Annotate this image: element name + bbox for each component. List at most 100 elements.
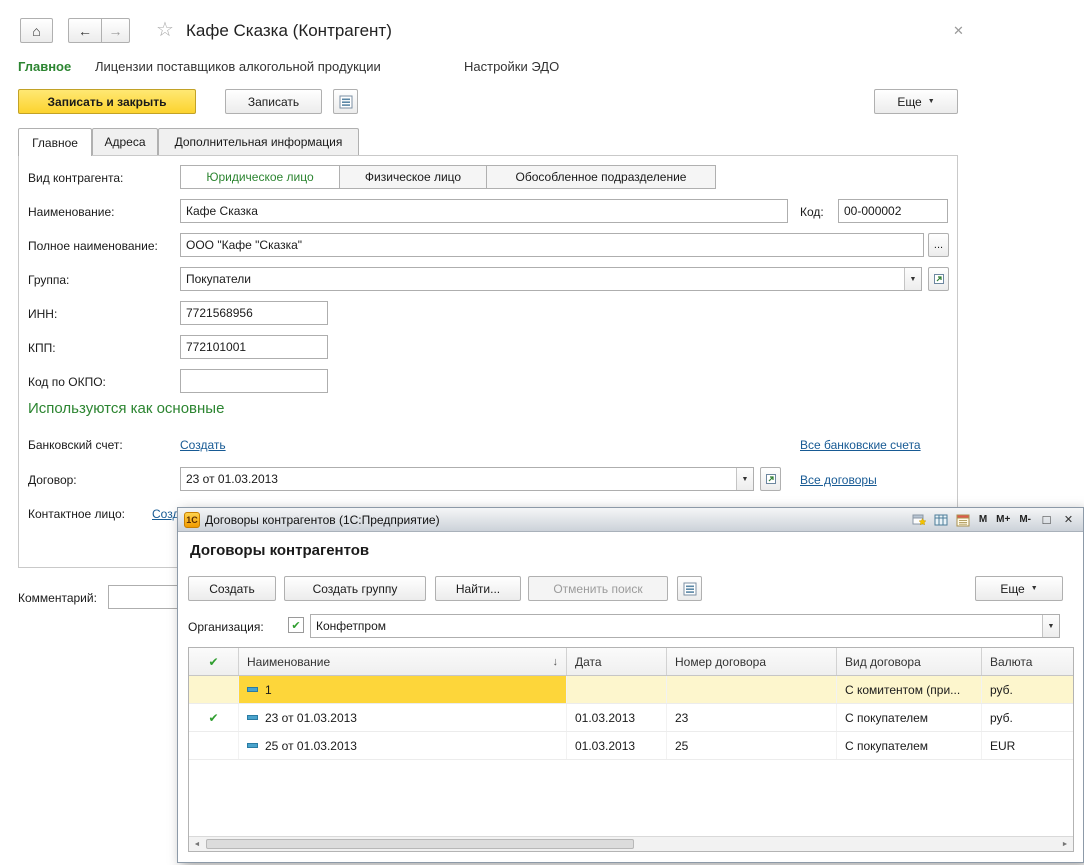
- save-close-button[interactable]: Записать и закрыть: [18, 89, 196, 114]
- find-button[interactable]: Найти...: [435, 576, 521, 601]
- forward-icon: →: [108, 22, 123, 39]
- dialog-titlebar[interactable]: 1С Договоры контрагентов (1С:Предприятие…: [178, 508, 1083, 532]
- contract-value[interactable]: 23 от 01.03.2013: [181, 468, 736, 490]
- dialog-close-icon[interactable]: ✕: [1060, 511, 1077, 528]
- group-dropdown-icon[interactable]: ▼: [904, 268, 921, 290]
- memory-button[interactable]: M: [977, 514, 989, 525]
- column-name-label: Наименование: [247, 654, 331, 669]
- maximize-icon[interactable]: □: [1038, 511, 1055, 528]
- contracts-dialog: 1С Договоры контрагентов (1С:Предприятие…: [177, 507, 1084, 863]
- dialog-report-list-button[interactable]: [677, 576, 702, 601]
- chevron-down-icon: ▼: [1030, 585, 1038, 592]
- tab-addresses[interactable]: Адреса: [92, 128, 158, 155]
- memory-plus-button[interactable]: M+: [994, 514, 1012, 525]
- save-label: Записать: [247, 94, 300, 109]
- back-icon: ←: [78, 22, 92, 39]
- back-button[interactable]: ←: [68, 18, 102, 43]
- dialog-more-button[interactable]: Еще ▼: [975, 576, 1063, 601]
- table-row[interactable]: 1 С комитентом (при... руб.: [189, 676, 1073, 704]
- cell-name[interactable]: 25 от 01.03.2013: [239, 732, 567, 759]
- full-name-ellipsis-button[interactable]: ...: [928, 233, 949, 257]
- table-row[interactable]: 25 от 01.03.2013 01.03.2013 25 С покупат…: [189, 732, 1073, 760]
- list-icon: [339, 95, 352, 108]
- column-header-date[interactable]: Дата: [567, 648, 667, 675]
- cell-currency: руб.: [990, 710, 1013, 725]
- contract-combo[interactable]: 23 от 01.03.2013 ▼: [180, 467, 754, 491]
- home-button[interactable]: ⌂: [20, 18, 53, 43]
- more-button[interactable]: Еще ▼: [874, 89, 958, 114]
- table-header-row: ✔ Наименование ↓ Дата Номер договора Вид…: [189, 648, 1073, 676]
- code-input[interactable]: [838, 199, 948, 223]
- kind-option-legal[interactable]: Юридическое лицо: [180, 165, 340, 189]
- tab-additional-info[interactable]: Дополнительная информация: [158, 128, 359, 155]
- kind-division-label: Обособленное подразделение: [515, 170, 687, 184]
- nav-main[interactable]: Главное: [18, 59, 71, 74]
- nav-edo-settings[interactable]: Настройки ЭДО: [464, 59, 559, 74]
- cell-kind: С покупателем: [837, 704, 982, 731]
- kind-option-division[interactable]: Обособленное подразделение: [486, 165, 716, 189]
- all-contracts-link[interactable]: Все договоры: [800, 473, 877, 487]
- organization-checkbox[interactable]: ✔: [288, 617, 304, 633]
- memory-minus-button[interactable]: M-: [1017, 514, 1033, 525]
- group-value[interactable]: Покупатели: [181, 268, 904, 290]
- item-mark-icon: [247, 715, 258, 720]
- table-grid-icon: [934, 514, 948, 525]
- column-header-kind[interactable]: Вид договора: [837, 648, 982, 675]
- create-button[interactable]: Создать: [188, 576, 276, 601]
- column-header-number[interactable]: Номер договора: [667, 648, 837, 675]
- save-button[interactable]: Записать: [225, 89, 322, 114]
- name-input[interactable]: [180, 199, 788, 223]
- okpo-input[interactable]: [180, 369, 328, 393]
- full-name-input[interactable]: [180, 233, 924, 257]
- cell-check: [189, 676, 239, 703]
- cell-name[interactable]: 1: [239, 676, 567, 703]
- cell-date: [567, 676, 667, 703]
- kpp-input[interactable]: [180, 335, 328, 359]
- group-open-button[interactable]: [928, 267, 949, 291]
- dialog-content: Договоры контрагентов Создать Создать гр…: [178, 532, 1083, 861]
- bank-create-link[interactable]: Создать: [180, 438, 226, 452]
- kind-legal-label: Юридическое лицо: [206, 170, 314, 184]
- group-combo[interactable]: Покупатели ▼: [180, 267, 922, 291]
- scrollbar-thumb[interactable]: [206, 839, 634, 849]
- organization-combo[interactable]: Конфетпром ▼: [310, 614, 1060, 638]
- name-label: Наименование:: [28, 205, 115, 219]
- code-label: Код:: [800, 205, 824, 219]
- favorite-star-icon[interactable]: ☆: [156, 17, 174, 42]
- contract-open-button[interactable]: [760, 467, 781, 491]
- kind-option-individual[interactable]: Физическое лицо: [339, 165, 487, 189]
- scroll-right-icon[interactable]: ►: [1057, 837, 1073, 851]
- tab-main[interactable]: Главное: [18, 128, 92, 156]
- nav-licenses[interactable]: Лицензии поставщиков алкогольной продукц…: [95, 59, 381, 74]
- column-header-check[interactable]: ✔: [189, 648, 239, 675]
- create-group-button[interactable]: Создать группу: [284, 576, 426, 601]
- horizontal-scrollbar[interactable]: ◄ ►: [189, 836, 1073, 851]
- column-header-name[interactable]: Наименование ↓: [239, 648, 567, 675]
- calendar-icon[interactable]: [955, 511, 972, 528]
- cancel-search-button[interactable]: Отменить поиск: [528, 576, 668, 601]
- favorites-window-icon[interactable]: [911, 511, 928, 528]
- cell-name[interactable]: 23 от 01.03.2013: [239, 704, 567, 731]
- contract-dropdown-icon[interactable]: ▼: [736, 468, 753, 490]
- home-icon: ⌂: [32, 22, 41, 39]
- table-row[interactable]: ✔ 23 от 01.03.2013 01.03.2013 23 С покуп…: [189, 704, 1073, 732]
- kpp-label: КПП:: [28, 341, 56, 355]
- column-header-currency[interactable]: Валюта: [982, 648, 1073, 675]
- chevron-down-icon: ▼: [927, 98, 935, 105]
- organization-value[interactable]: Конфетпром: [311, 615, 1042, 637]
- window-close-icon[interactable]: ✕: [953, 23, 964, 39]
- forward-button[interactable]: →: [101, 18, 130, 43]
- tab-main-label: Главное: [32, 135, 78, 150]
- main-usage-section-title: Используются как основные: [28, 400, 225, 417]
- kind-label: Вид контрагента:: [28, 171, 124, 185]
- organization-dropdown-icon[interactable]: ▼: [1042, 615, 1059, 637]
- cell-date: 01.03.2013: [567, 704, 667, 731]
- kind-toggle: Юридическое лицо Физическое лицо Обособл…: [180, 165, 716, 189]
- scroll-left-icon[interactable]: ◄: [189, 837, 205, 851]
- spreadsheet-icon[interactable]: [933, 511, 950, 528]
- sort-desc-icon: ↓: [552, 655, 559, 668]
- report-list-button[interactable]: [333, 89, 358, 114]
- inn-input[interactable]: [180, 301, 328, 325]
- all-bank-accounts-link[interactable]: Все банковские счета: [800, 438, 921, 452]
- cell-number: 25: [667, 732, 837, 759]
